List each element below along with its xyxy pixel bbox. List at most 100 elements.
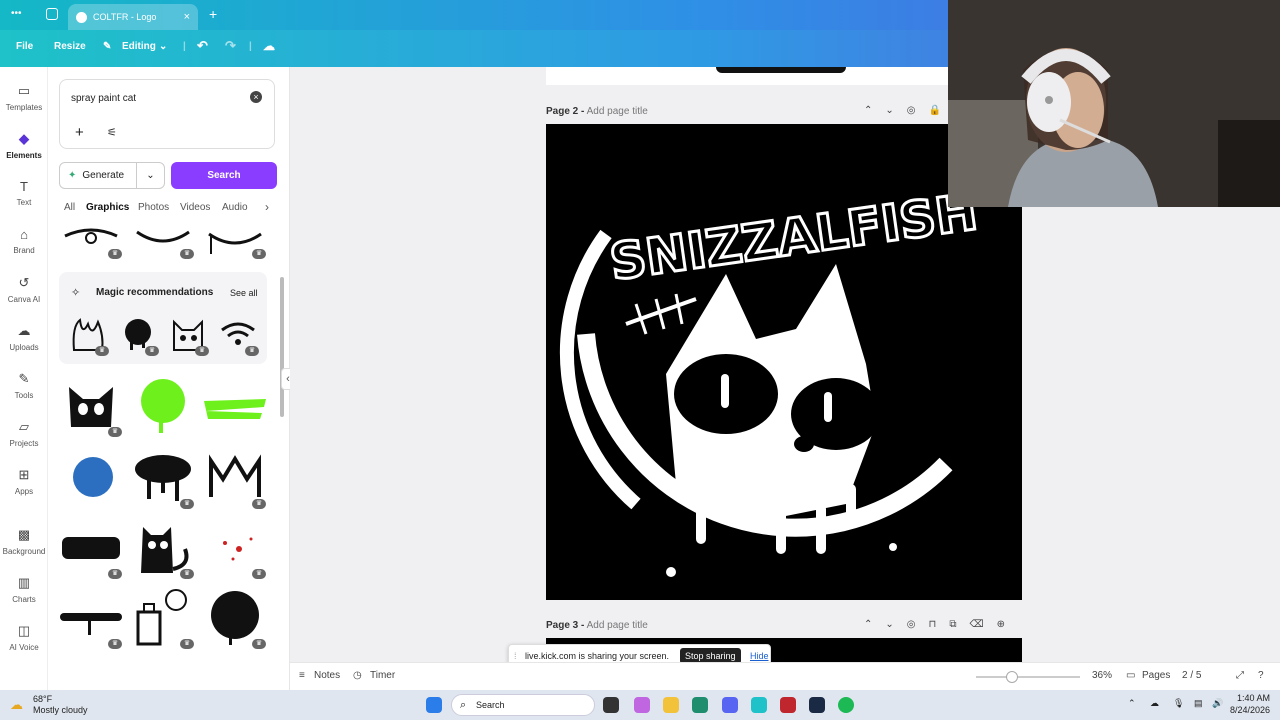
graphic-thumb[interactable]: ♛	[58, 219, 124, 259]
timer-button[interactable]: Timer	[370, 670, 395, 681]
task-view-icon[interactable]	[603, 697, 619, 713]
clear-search-icon[interactable]: ×	[250, 91, 262, 103]
graphic-thumb-black-drip[interactable]: ♛	[130, 447, 196, 509]
drag-handle-icon[interactable]: ⁞	[514, 651, 517, 661]
page-down-icon[interactable]: ⌄	[885, 105, 906, 116]
graphic-thumb-black-blob[interactable]: ♛	[202, 587, 268, 649]
graphic-thumb[interactable]: ♛	[130, 219, 196, 259]
rail-brand[interactable]: ⌂ Brand	[0, 227, 48, 255]
page-down-icon[interactable]: ⌄	[885, 619, 906, 630]
delete-page-icon[interactable]: ⌫	[969, 619, 996, 630]
graphic-thumb-green-stroke[interactable]	[202, 375, 268, 437]
tab-graphics[interactable]: Graphics	[86, 202, 129, 213]
file-menu[interactable]: File	[16, 41, 33, 52]
redo-icon[interactable]: ↷	[225, 38, 236, 54]
microphone-icon[interactable]: 🎙	[1173, 698, 1184, 709]
tab-audio[interactable]: Audio	[222, 202, 248, 213]
hide-share-bar-link[interactable]: Hide	[750, 651, 769, 661]
tab-all[interactable]: All	[64, 202, 75, 213]
graphic-thumb-black-cat[interactable]: ♛	[58, 375, 124, 437]
panel-scrollbar[interactable]	[280, 277, 284, 417]
rail-canva-ai[interactable]: ↺ Canva AI	[0, 275, 48, 304]
editing-mode-button[interactable]: Editing	[122, 41, 156, 52]
search-button[interactable]: Search	[171, 162, 277, 189]
pages-button[interactable]: Pages	[1142, 670, 1170, 681]
graphic-thumb[interactable]: ♛	[215, 312, 261, 356]
weather-temp[interactable]: 68°F	[33, 694, 52, 704]
graphic-thumb-sitting-cat[interactable]: ♛	[130, 517, 196, 579]
discord-icon[interactable]	[722, 697, 738, 713]
add-icon[interactable]: +	[75, 124, 84, 141]
browser-menu-icon[interactable]: •••	[11, 8, 22, 19]
chevron-down-icon[interactable]: ⌄	[159, 41, 167, 52]
new-tab-button[interactable]: +	[209, 6, 217, 22]
rail-uploads[interactable]: ☁ Uploads	[0, 323, 48, 352]
windows-start-icon[interactable]	[426, 697, 442, 713]
weather-desc[interactable]: Mostly cloudy	[33, 705, 88, 715]
clock-date[interactable]: 8/24/2026	[1230, 705, 1270, 715]
resize-button[interactable]: Resize	[54, 41, 86, 52]
page-up-icon[interactable]: ⌃	[864, 619, 885, 630]
page-2-title-input[interactable]: Add page title	[587, 106, 648, 117]
browser-tab[interactable]: COLTFR - Logo ×	[68, 4, 198, 30]
search-input[interactable]: spray paint cat	[71, 93, 136, 104]
add-page-icon[interactable]: ⊕	[997, 619, 1018, 630]
notes-button[interactable]: Notes	[314, 670, 340, 681]
lock-icon[interactable]: ⊓	[929, 619, 950, 630]
cloud-save-icon[interactable]: ☁	[263, 39, 275, 53]
zoom-level[interactable]: 36%	[1092, 670, 1112, 681]
edge-icon[interactable]	[692, 697, 708, 713]
tab-photos[interactable]: Photos	[138, 202, 169, 213]
browser-home-icon[interactable]	[46, 8, 58, 20]
page-up-icon[interactable]: ⌃	[864, 105, 885, 116]
close-tab-icon[interactable]: ×	[184, 11, 190, 23]
graphic-thumb[interactable]: ♛	[202, 219, 268, 259]
tray-app-icon[interactable]: ☁	[1150, 698, 1159, 709]
rail-apps[interactable]: ⊞ Apps	[0, 467, 48, 496]
help-icon[interactable]: ?	[1258, 670, 1264, 681]
rail-projects[interactable]: ▱ Projects	[0, 419, 48, 448]
graphic-thumb-spray-can[interactable]: ♛	[130, 587, 196, 649]
volume-icon[interactable]: 🔊	[1212, 698, 1223, 709]
graphic-thumb-blue-splat[interactable]	[58, 447, 124, 509]
graphic-thumb-black-bar[interactable]: ♛	[58, 517, 124, 579]
graphic-thumb[interactable]: ♛	[115, 312, 161, 356]
rail-elements[interactable]: ◆ Elements	[0, 131, 48, 160]
hide-page-icon[interactable]: ◎	[907, 105, 929, 116]
file-explorer-icon[interactable]	[663, 697, 679, 713]
see-all-link[interactable]: See all	[230, 288, 258, 298]
rail-ai-voice[interactable]: ◫ AI Voice	[0, 623, 48, 652]
steam-icon[interactable]	[809, 697, 825, 713]
page-3-title-input[interactable]: Add page title	[587, 620, 648, 631]
rail-charts[interactable]: ▥ Charts	[0, 575, 48, 604]
graphic-thumb-black-line[interactable]: ♛	[58, 587, 124, 649]
taskbar-search[interactable]: ⌕ Search	[451, 694, 595, 716]
filter-icon[interactable]: ⚟	[107, 126, 117, 139]
graphic-thumb-crown[interactable]: ♛	[202, 447, 268, 509]
tab-videos[interactable]: Videos	[180, 202, 210, 213]
chevron-down-icon[interactable]: ⌄	[136, 163, 164, 188]
chevron-right-icon[interactable]: ›	[265, 200, 269, 214]
network-icon[interactable]: ▤	[1194, 698, 1203, 709]
graphic-thumb[interactable]: ♛	[65, 312, 111, 356]
clock-time[interactable]: 1:40 AM	[1237, 693, 1270, 703]
zoom-slider[interactable]	[976, 676, 1080, 678]
rail-templates[interactable]: ▭ Templates	[0, 83, 48, 112]
spotify-icon[interactable]	[838, 697, 854, 713]
copilot-icon[interactable]	[634, 697, 650, 713]
canva-icon[interactable]	[751, 697, 767, 713]
generate-button[interactable]: ✦ Generate ⌄	[59, 162, 165, 189]
graphic-thumb-red-splatter[interactable]: ♛	[202, 517, 268, 579]
rail-tools[interactable]: ✎ Tools	[0, 371, 48, 400]
hide-page-icon[interactable]: ◎	[907, 619, 929, 630]
duplicate-page-icon[interactable]: ⧉	[949, 619, 969, 630]
rail-background[interactable]: ▩ Background	[0, 527, 48, 556]
app-icon[interactable]	[780, 697, 796, 713]
zoom-slider-handle[interactable]	[1006, 671, 1018, 683]
rail-text[interactable]: T Text	[0, 179, 48, 207]
undo-icon[interactable]: ↶	[197, 38, 208, 54]
tray-chevron-icon[interactable]: ⌃	[1128, 698, 1136, 709]
graphic-thumb[interactable]: ♛	[165, 312, 211, 356]
graphic-thumb-green-splat[interactable]	[130, 375, 196, 437]
fullscreen-icon[interactable]: ⤢	[1236, 670, 1244, 681]
